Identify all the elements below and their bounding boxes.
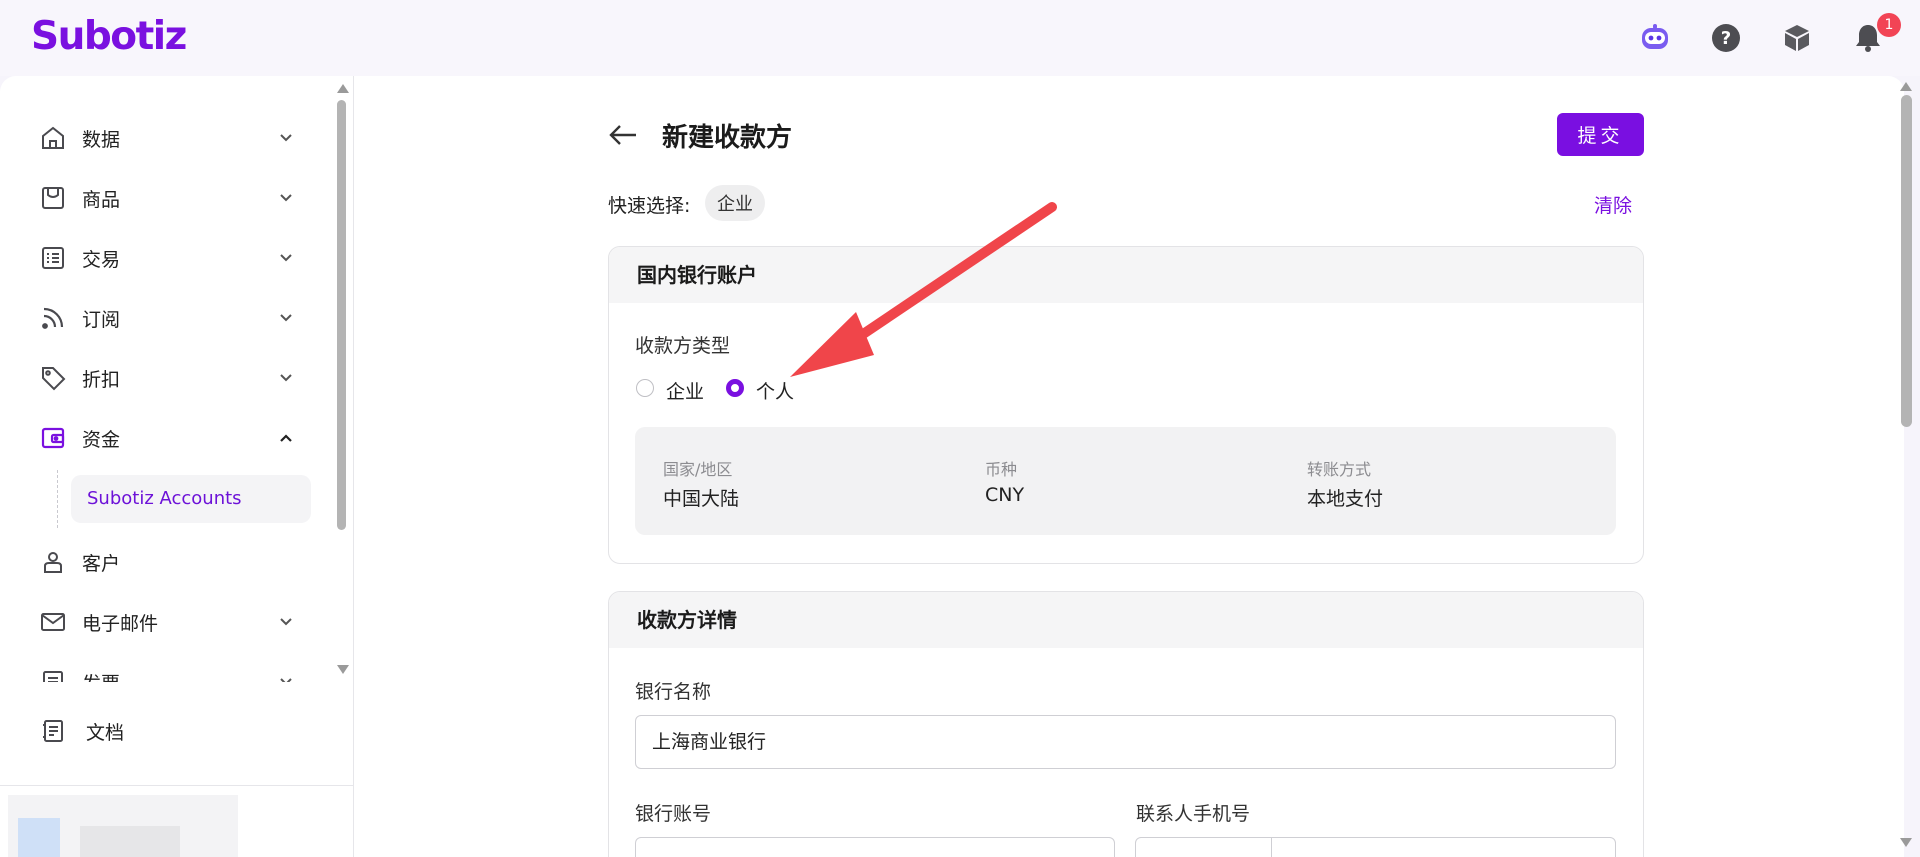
chevron-down-icon — [276, 672, 296, 682]
sidebar-item-label: 文档 — [86, 721, 125, 744]
sidebar-subitem-subotiz-accounts[interactable]: Subotiz Accounts — [71, 475, 311, 523]
sidebar-item-email[interactable]: 电子邮件 — [38, 602, 308, 642]
phone-prefix-divider — [1271, 838, 1272, 857]
mail-icon — [38, 607, 68, 637]
account-info-box — [635, 427, 1616, 535]
submit-button[interactable]: 提交 — [1557, 113, 1644, 156]
sidebar-item-label: 交易 — [82, 248, 121, 271]
sidebar-item-subscriptions[interactable]: 订阅 — [38, 298, 308, 338]
contact-phone-label: 联系人手机号 — [1136, 803, 1251, 825]
sidebar-divider — [0, 785, 354, 786]
sidebar-clip: 发票 — [0, 662, 330, 682]
chevron-down-icon — [276, 248, 296, 268]
back-arrow-icon[interactable] — [606, 118, 640, 152]
sidebar-item-docs[interactable]: 文档 — [38, 711, 308, 751]
list-icon — [38, 243, 68, 273]
chevron-up-icon — [276, 428, 296, 448]
chevron-down-icon — [276, 308, 296, 328]
package-icon[interactable] — [1781, 22, 1813, 54]
sidebar-item-funds[interactable]: 资金 — [38, 418, 308, 458]
page-title: 新建收款方 — [662, 123, 793, 153]
info-key: 转账方式 — [1307, 460, 1372, 479]
sidebar-item-data[interactable]: 数据 — [38, 118, 308, 158]
info-value: 本地支付 — [1307, 488, 1384, 510]
contact-phone-input[interactable] — [1135, 837, 1616, 857]
main-scroll-up[interactable] — [1900, 82, 1912, 91]
sidebar-item-discounts[interactable]: 折扣 — [38, 358, 308, 398]
radio-label[interactable]: 企业 — [666, 377, 704, 404]
info-value: 中国大陆 — [663, 488, 740, 510]
sidebar-item-products[interactable]: 商品 — [38, 178, 308, 218]
card-title: 收款方详情 — [609, 592, 1643, 648]
card-title: 国内银行账户 — [609, 247, 1643, 303]
rss-icon — [38, 303, 68, 333]
quick-select-chip-enterprise[interactable]: 企业 — [705, 185, 765, 221]
home-icon — [38, 123, 68, 153]
sidebar-item-label: 资金 — [82, 428, 121, 451]
sidebar-scroll-up[interactable] — [337, 84, 349, 93]
svg-text:?: ? — [1721, 28, 1731, 49]
blurred-user-name — [80, 826, 180, 857]
info-value: CNY — [985, 484, 1025, 506]
info-key: 币种 — [985, 460, 1018, 479]
top-bar: Subotiz ? 1 — [0, 0, 1920, 76]
radio-individual[interactable] — [726, 379, 744, 397]
subnav-guide-line — [57, 470, 58, 528]
chevron-down-icon — [276, 612, 296, 632]
quick-select-label: 快速选择: — [608, 195, 691, 217]
assistant-bot-icon[interactable] — [1639, 22, 1671, 54]
sidebar-item-label: 折扣 — [82, 368, 121, 391]
sidebar-item-customers[interactable]: 客户 — [38, 542, 308, 582]
chevron-down-icon — [276, 368, 296, 388]
sidebar-item-label: 商品 — [82, 188, 121, 211]
sidebar-item-label: 订阅 — [82, 308, 121, 331]
sidebar-item-transactions[interactable]: 交易 — [38, 238, 308, 278]
chevron-down-icon — [276, 128, 296, 148]
info-key: 国家/地区 — [663, 460, 733, 479]
chevron-down-icon — [276, 188, 296, 208]
radio-label[interactable]: 个人 — [756, 377, 794, 404]
store-icon — [38, 183, 68, 213]
invoice-icon — [38, 667, 68, 682]
bank-name-input[interactable]: 上海商业银行 — [635, 715, 1616, 769]
wallet-icon — [38, 423, 68, 453]
help-icon[interactable]: ? — [1710, 22, 1742, 54]
app-logo[interactable]: Subotiz — [31, 14, 187, 59]
sidebar-item-label: 发票 — [82, 669, 120, 683]
account-number-input[interactable] — [635, 837, 1115, 857]
radio-enterprise[interactable] — [636, 379, 654, 397]
payee-type-label: 收款方类型 — [635, 335, 731, 357]
main-scrollbar[interactable] — [1901, 95, 1912, 427]
docs-icon — [38, 716, 68, 746]
sidebar-item-label: 客户 — [82, 552, 121, 575]
sidebar-item-label: 数据 — [82, 128, 121, 151]
bank-name-label: 银行名称 — [635, 681, 712, 703]
tag-icon — [38, 363, 68, 393]
avatar — [18, 818, 60, 857]
clear-link[interactable]: 清除 — [1594, 191, 1632, 218]
account-number-label: 银行账号 — [635, 803, 712, 825]
sidebar-scrollbar[interactable] — [337, 100, 346, 530]
sidebar-item-invoices[interactable]: 发票 — [38, 662, 308, 682]
sidebar-scroll-down[interactable] — [337, 665, 349, 674]
main-scroll-down[interactable] — [1900, 838, 1912, 847]
notification-badge: 1 — [1877, 13, 1901, 37]
user-icon — [38, 547, 68, 577]
sidebar-item-label: 电子邮件 — [82, 612, 159, 635]
